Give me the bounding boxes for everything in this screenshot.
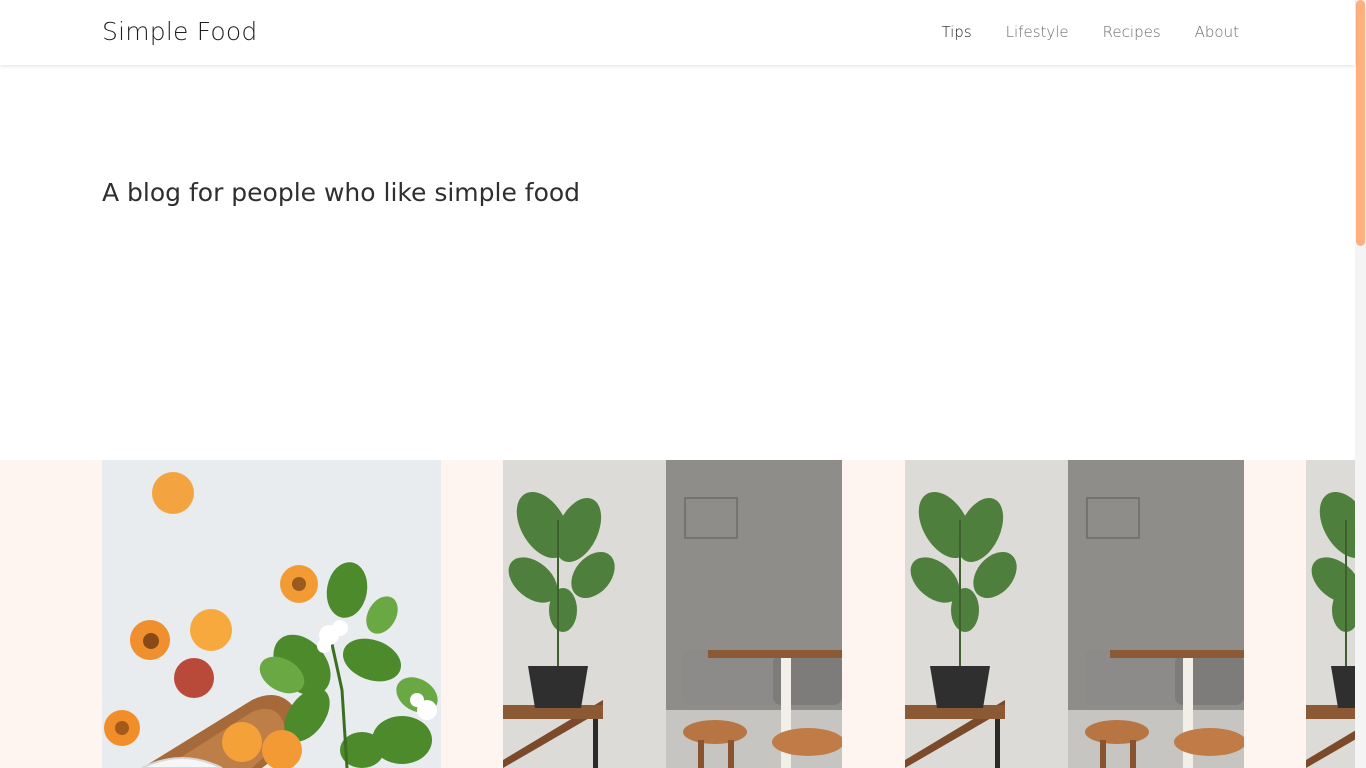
brand-logo[interactable]: Simple Food xyxy=(102,17,257,46)
gallery-card-plant-cafe[interactable] xyxy=(503,460,842,768)
gallery-card-apricots[interactable] xyxy=(102,460,441,768)
main-nav: Tips Lifestyle Recipes About xyxy=(907,23,1239,41)
plant-cafe-photo xyxy=(503,460,842,768)
hero-title: A blog for people who like simple food xyxy=(102,178,581,207)
nav-item-lifestyle[interactable]: Lifestyle xyxy=(1006,23,1069,41)
nav-item-recipes[interactable]: Recipes xyxy=(1103,23,1161,41)
apricots-photo xyxy=(102,460,441,768)
page-scrollbar[interactable] xyxy=(1355,0,1366,768)
gallery-card-plant-cafe-3[interactable] xyxy=(1306,460,1355,768)
nav-item-about[interactable]: About xyxy=(1195,23,1239,41)
gallery-card-plant-cafe-2[interactable] xyxy=(905,460,1244,768)
site-header: Simple Food Tips Lifestyle Recipes About xyxy=(0,0,1355,65)
plant-cafe-photo xyxy=(1306,460,1355,768)
scrollbar-thumb[interactable] xyxy=(1356,0,1365,246)
nav-item-tips[interactable]: Tips xyxy=(941,23,971,41)
gallery-band xyxy=(0,460,1355,768)
plant-cafe-photo xyxy=(905,460,1244,768)
